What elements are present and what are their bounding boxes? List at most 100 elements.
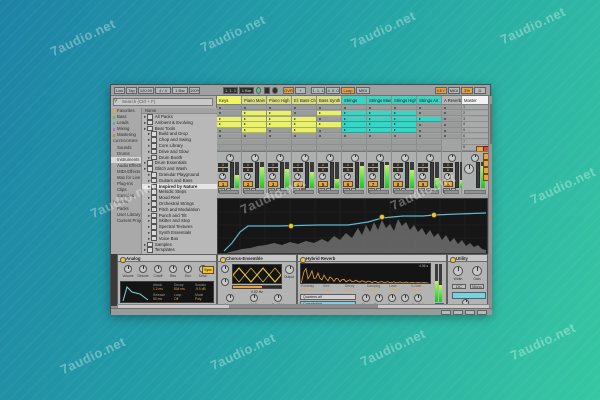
clip-stop-icon[interactable]	[318, 129, 321, 132]
expand-caret-icon[interactable]: ▸	[148, 236, 150, 241]
clip-slot[interactable]	[217, 128, 241, 134]
pan-knob[interactable]	[375, 153, 384, 162]
cpu-midi-indicator[interactable]: 3%	[461, 87, 473, 94]
clip[interactable]	[267, 116, 291, 122]
clip-slot[interactable]	[417, 122, 441, 128]
knob-rate[interactable]	[221, 278, 229, 286]
expand-caret-icon[interactable]: ▸	[148, 137, 150, 142]
clip-stop-icon[interactable]	[318, 106, 321, 109]
send-knob[interactable]	[444, 173, 451, 180]
track-activator-button[interactable]: 9	[418, 181, 428, 187]
device-parameter[interactable]: Decay 804 ms	[174, 283, 194, 292]
track-header[interactable]: Strings Main	[367, 96, 391, 105]
knob-drywet[interactable]	[274, 294, 282, 302]
track-activator-button[interactable]: 6	[343, 181, 353, 187]
clip[interactable]	[292, 128, 316, 134]
ir-selector-dropdown[interactable]: Quarters.aif	[300, 294, 356, 300]
clip-launch-icon[interactable]	[343, 123, 346, 126]
expand-caret-icon[interactable]: ▸	[148, 155, 150, 160]
send-b-value[interactable]: B	[443, 168, 453, 172]
crossfade-assign-box[interactable]	[464, 189, 486, 194]
send-knob[interactable]	[319, 173, 326, 180]
bass-mono-button[interactable]	[452, 292, 486, 299]
overdub-button[interactable]: +	[295, 87, 306, 94]
expand-caret-icon[interactable]: ▸	[144, 166, 146, 171]
cpu-midi-indicator[interactable]: D	[474, 87, 486, 94]
volume-fader[interactable]	[330, 162, 334, 188]
send-knob[interactable]	[394, 173, 401, 180]
clip-stop-icon[interactable]	[218, 112, 221, 115]
clip[interactable]	[292, 122, 316, 128]
clip-stop-icon[interactable]	[443, 112, 446, 115]
clip-slot[interactable]	[392, 105, 416, 111]
device-title[interactable]: Analog	[118, 255, 216, 262]
clip-launch-icon[interactable]	[393, 129, 396, 132]
clip-launch-icon[interactable]	[218, 123, 221, 126]
clip-slot[interactable]	[342, 139, 366, 145]
clip-play-icon[interactable]	[293, 117, 296, 120]
clip-slot[interactable]	[442, 116, 461, 122]
scene-slot[interactable]: 4	[462, 122, 488, 128]
knob-blend[interactable]	[362, 294, 370, 302]
crossfade-assign-box[interactable]	[369, 189, 389, 194]
clip-slot[interactable]	[417, 105, 441, 111]
pan-knob[interactable]	[425, 153, 434, 162]
volume-fader[interactable]	[230, 162, 234, 188]
clip-stop-icon[interactable]	[293, 135, 296, 138]
param-value[interactable]: 804 ms	[174, 287, 194, 292]
expand-caret-icon[interactable]: ▸	[148, 172, 150, 177]
knob-width[interactable]	[250, 294, 258, 302]
pan-knob[interactable]	[300, 153, 309, 162]
clip-stop-icon[interactable]	[418, 112, 421, 115]
clip-stop-icon[interactable]	[393, 135, 396, 138]
device-activator-led[interactable]	[450, 257, 456, 263]
clip-slot[interactable]	[367, 139, 391, 145]
clip-launch-icon[interactable]	[368, 111, 371, 114]
expand-caret-icon[interactable]: ▸	[148, 178, 150, 183]
clip-slot[interactable]	[317, 139, 341, 145]
session-vertical-scrollbar[interactable]	[488, 96, 492, 254]
track-activator-button[interactable]: 8	[393, 181, 403, 187]
knob-width[interactable]	[453, 266, 463, 276]
scene-slot[interactable]: 2	[462, 110, 488, 117]
param-value[interactable]: Off	[174, 297, 194, 302]
volume-fader[interactable]	[476, 162, 480, 188]
clip-stop-icon[interactable]	[218, 129, 221, 132]
volume-fader[interactable]	[305, 162, 309, 188]
clip-stop-icon[interactable]	[268, 129, 271, 132]
clip-slot[interactable]	[392, 133, 416, 140]
track-activator-button[interactable]: 7	[368, 181, 378, 187]
send-b-value[interactable]: B	[268, 168, 278, 172]
knob-bass[interactable]	[388, 294, 396, 302]
transport-left-box[interactable]: 100%	[189, 87, 200, 94]
clip-slot[interactable]	[442, 128, 461, 134]
clip-slot[interactable]	[292, 110, 316, 117]
knob-stereo[interactable]	[375, 294, 383, 302]
expand-caret-icon[interactable]: ▸	[148, 224, 150, 229]
loop-control-box[interactable]: 4. 0. 0	[326, 87, 340, 94]
knob-res[interactable]	[169, 265, 177, 273]
clip-slot[interactable]	[417, 145, 441, 151]
send-knob[interactable]	[344, 173, 351, 180]
clip-slot[interactable]	[242, 133, 266, 140]
utility-button-dc[interactable]: DC	[452, 284, 466, 289]
track-header[interactable]: A Reverb	[442, 96, 461, 105]
clip-slot[interactable]	[367, 133, 391, 140]
transport-left-box[interactable]: Link	[114, 87, 125, 94]
expand-caret-icon[interactable]: ▸	[148, 195, 150, 200]
clip-slot[interactable]	[392, 139, 416, 145]
clip-stop-icon[interactable]	[343, 106, 346, 109]
expand-caret-icon[interactable]: ▸	[148, 213, 150, 218]
rate-slider[interactable]	[232, 285, 282, 289]
clip-slot[interactable]	[417, 133, 441, 140]
clip-slot[interactable]	[217, 133, 241, 140]
clip-launch-icon[interactable]	[243, 111, 246, 114]
crossfade-assign-box[interactable]	[244, 189, 264, 194]
track-activator-button[interactable]: A	[443, 181, 453, 187]
clip-slot[interactable]	[367, 145, 391, 151]
volume-fader[interactable]	[280, 162, 284, 188]
send-a-value[interactable]: A	[343, 163, 353, 167]
transport-left-box[interactable]: 4 / 4	[155, 87, 171, 94]
expand-caret-icon[interactable]: ▸	[144, 114, 146, 119]
pan-knob[interactable]	[225, 153, 234, 162]
